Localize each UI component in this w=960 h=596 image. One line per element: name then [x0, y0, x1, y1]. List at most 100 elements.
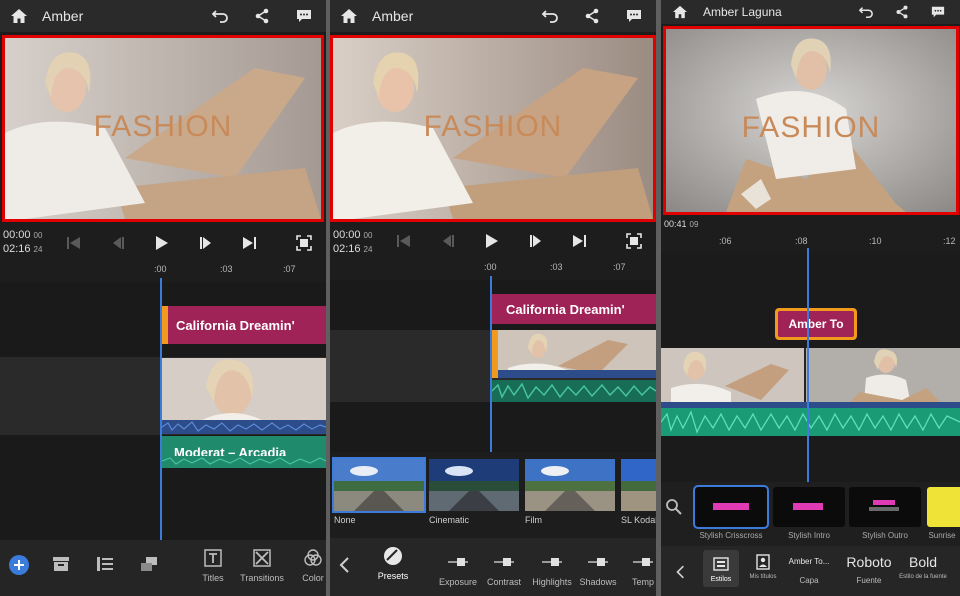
video-clip-1[interactable] [661, 348, 804, 406]
playhead[interactable] [490, 276, 492, 452]
playhead[interactable] [807, 248, 809, 482]
preset-none[interactable]: None [332, 457, 426, 525]
my-titles-tool[interactable]: Mis títulos [745, 552, 781, 580]
list-icon [97, 557, 113, 571]
fullscreen-icon[interactable] [624, 231, 644, 251]
font-value: Roboto [846, 554, 892, 570]
skip-forward-icon[interactable] [239, 233, 259, 253]
exposure-tool[interactable]: Exposure [438, 552, 478, 587]
layer-tool[interactable]: Amber To... Capa [785, 554, 833, 585]
archive-button[interactable] [52, 556, 70, 572]
titles-tool[interactable]: Titles [196, 548, 230, 583]
back-button[interactable] [338, 556, 350, 574]
transitions-tool[interactable]: Transitions [240, 548, 284, 583]
font-tool[interactable]: Roboto Fuente [841, 554, 897, 585]
home-icon[interactable] [8, 5, 30, 27]
step-forward-icon[interactable] [196, 233, 216, 253]
step-back-icon[interactable] [438, 231, 458, 251]
timeline-ruler[interactable]: :00 :03 :07 [330, 260, 656, 278]
play-icon[interactable] [482, 231, 502, 251]
add-media-button[interactable] [8, 554, 30, 576]
video-clip[interactable] [492, 330, 656, 378]
title-clip[interactable]: Amber To [775, 308, 857, 340]
style-thumb-stylish-intro[interactable] [773, 487, 845, 527]
skip-back-icon[interactable] [64, 233, 84, 253]
style-thumb-sunrise[interactable] [927, 487, 960, 527]
video-clip-2[interactable] [806, 348, 960, 406]
back-button[interactable] [675, 564, 685, 580]
timecode-current-frames: 09 [689, 220, 699, 229]
style-label: Stylish Outro [862, 531, 908, 540]
step-back-icon[interactable] [108, 233, 128, 253]
transitions-label: Transitions [240, 573, 284, 583]
fullscreen-icon[interactable] [294, 233, 314, 253]
temperature-tool[interactable]: Temp [626, 552, 656, 587]
undo-icon[interactable] [856, 2, 876, 22]
app-header: Amber Laguna [661, 0, 960, 24]
video-clip[interactable] [162, 358, 326, 420]
font-style-tool[interactable]: Bold Estilo de la fuente [899, 554, 947, 581]
preset-film[interactable]: Film [525, 459, 615, 525]
style-thumb-stylish-outro[interactable] [849, 487, 921, 527]
comment-icon[interactable] [624, 6, 644, 26]
style-thumb-stylish-crisscross[interactable] [693, 485, 769, 529]
timeline-ruler[interactable]: :00 :03 :07 [0, 262, 326, 280]
home-icon[interactable] [338, 5, 360, 27]
slider-icon [633, 552, 653, 572]
preview-text-overlay: FASHION [741, 111, 881, 144]
styles-icon [711, 554, 731, 574]
preset-label: SL Kodak [621, 515, 656, 525]
reorder-button[interactable] [96, 556, 114, 572]
preset-sl-kodak[interactable]: SL Kodak [621, 459, 656, 525]
presets-tool[interactable]: Presets [376, 546, 410, 581]
timecode-total: 02:16 24 [333, 242, 372, 257]
home-icon[interactable] [669, 1, 691, 23]
share-icon[interactable] [892, 2, 912, 22]
preset-thumbnail [621, 459, 656, 511]
title-clip[interactable]: California Dreamin' [492, 294, 656, 324]
step-forward-icon[interactable] [526, 231, 546, 251]
video-preview[interactable]: FASHION [2, 35, 324, 222]
shadows-tool[interactable]: Shadows [578, 552, 618, 587]
share-icon[interactable] [582, 6, 602, 26]
undo-icon[interactable] [210, 6, 230, 26]
timecode-total-value: 02:16 [333, 243, 361, 255]
title-toolbar: Estilos Mis títulos Amber To... Capa Rob… [661, 546, 960, 596]
title-style-strip: Stylish Crisscross Stylish Intro Stylish… [661, 482, 960, 546]
preset-label: Film [525, 515, 542, 525]
layers-button[interactable] [140, 556, 158, 572]
styles-tool[interactable]: Estilos [703, 550, 739, 587]
undo-icon[interactable] [540, 6, 560, 26]
layer-value: Amber To... [788, 557, 830, 566]
style-label: Stylish Crisscross [699, 531, 763, 540]
comment-icon[interactable] [928, 2, 948, 22]
highlights-tool[interactable]: Highlights [530, 552, 574, 587]
editor-panel-color-presets: Amber FASHION 00:00 00 02:16 24 :00 :03 :0… [330, 0, 656, 596]
comment-icon[interactable] [294, 6, 314, 26]
video-preview[interactable]: FASHION [663, 26, 959, 215]
color-tool[interactable]: Color [296, 548, 326, 583]
ruler-tick: :03 [220, 264, 233, 274]
skip-back-icon[interactable] [394, 231, 414, 251]
contrast-tool[interactable]: Contrast [484, 552, 524, 587]
preset-thumbnail [429, 459, 519, 511]
playhead[interactable] [160, 278, 162, 540]
timeline-ruler[interactable]: :06 :08 :10 :12 [661, 234, 960, 252]
video-preview[interactable]: FASHION [330, 35, 656, 222]
editor-panel-timeline: Amber FASHION 00:00 00 02:16 24 :00 :03 :0… [0, 0, 326, 596]
title-clip[interactable]: California Dreamin' [162, 306, 326, 344]
play-icon[interactable] [152, 233, 172, 253]
contrast-label: Contrast [486, 577, 521, 587]
style-label: Sunrise [928, 531, 956, 540]
layer-label: Capa [799, 576, 819, 585]
preview-text-overlay: FASHION [93, 110, 233, 143]
plus-circle-icon [9, 555, 29, 575]
share-icon[interactable] [252, 6, 272, 26]
ruler-tick: :07 [613, 262, 626, 272]
skip-forward-icon[interactable] [569, 231, 589, 251]
preset-cinematic[interactable]: Cinematic [429, 459, 519, 525]
color-label: Color [302, 573, 324, 583]
font-style-label: Estilo de la fuente [899, 574, 947, 580]
project-title: Amber Laguna [703, 5, 782, 19]
search-icon[interactable] [665, 498, 683, 521]
